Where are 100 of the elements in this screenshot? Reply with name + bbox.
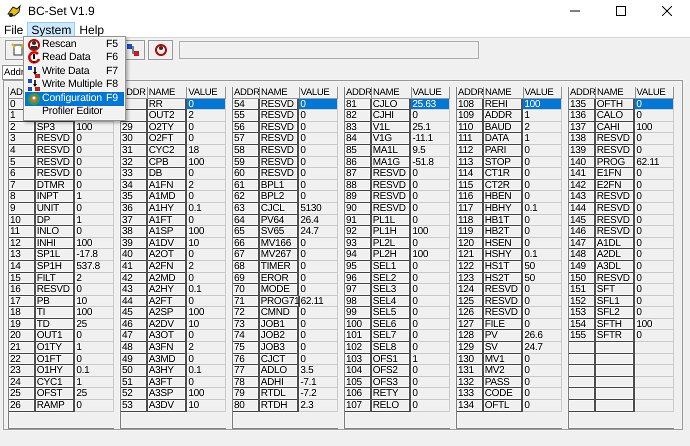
config-icon <box>26 92 40 106</box>
table-cell: 125 <box>457 296 484 308</box>
table-cell: 55 <box>233 110 260 122</box>
table-cell: RAMP <box>36 400 76 412</box>
table-cell: 62.11 <box>635 156 674 168</box>
table-cell <box>569 342 596 354</box>
table-cell: 86 <box>345 156 372 168</box>
table-cell: 5 <box>9 156 36 168</box>
table-cell: 0 <box>75 180 114 192</box>
table-cell: 2 <box>187 110 226 122</box>
table-cell: MV267 <box>260 249 300 261</box>
table-cell: 0 <box>299 110 338 122</box>
table-cell: 93 <box>345 238 372 250</box>
table-cell <box>596 388 636 400</box>
table-cell: 139 <box>569 144 596 157</box>
table-cell: TI <box>36 307 76 319</box>
table-cell: 44 <box>121 296 148 308</box>
table-cell: 142 <box>569 180 596 192</box>
table-cell: 121 <box>457 249 484 261</box>
table-cell: 122 <box>457 260 484 272</box>
write-icon <box>26 64 40 79</box>
table-cell: 0 <box>411 168 450 180</box>
table-cell: 91 <box>345 214 372 226</box>
menu-option[interactable]: Write Data F7 <box>25 65 124 78</box>
column-header: VALUE <box>524 87 562 99</box>
table-cell: 57 <box>233 133 260 145</box>
table-cell: 0 <box>299 260 338 272</box>
table-cell: 0 <box>299 318 338 330</box>
table-cell: 54 <box>233 98 260 110</box>
table-cell: 109 <box>457 110 484 122</box>
table-cell: SEL7 <box>372 330 412 342</box>
table-cell: RESVD <box>36 284 76 296</box>
table-cell: 34 <box>121 180 148 192</box>
table-cell: 131 <box>457 365 484 377</box>
table-cell <box>569 400 596 412</box>
app-icon <box>6 4 22 18</box>
table-cell: 0 <box>411 238 450 250</box>
table-cell: INPT <box>36 191 76 203</box>
table-cell: A2OT <box>148 249 188 261</box>
close-icon <box>662 6 672 16</box>
table-cell: 138 <box>569 133 596 145</box>
toolbar-button[interactable] <box>148 40 173 60</box>
table-cell: 59 <box>233 156 260 168</box>
table-cell: 0.1 <box>523 202 562 215</box>
table-cell: 45 <box>121 307 148 319</box>
menu-item[interactable]: Help <box>75 22 108 36</box>
table-cell: 46 <box>121 318 148 330</box>
table-cell: 102 <box>345 342 372 354</box>
table-cell: 0 <box>299 272 338 284</box>
table-cell: 1 <box>75 191 114 203</box>
table-cell: 2 <box>187 260 226 272</box>
table-cell: 0 <box>299 238 338 250</box>
table-cell: 100 <box>635 318 674 330</box>
table-cell: 0 <box>411 191 450 203</box>
table-cell: 0 <box>187 191 226 203</box>
table-cell: SEL5 <box>372 307 412 319</box>
table-cell: HB2T <box>484 226 524 238</box>
table-cell: 130 <box>457 354 484 366</box>
table-cell: RESVD <box>260 168 300 180</box>
menu-option[interactable]: Rescan F5 <box>25 38 124 52</box>
table-cell: SP1L <box>36 249 76 261</box>
table-cell: 0 <box>299 330 338 342</box>
table-cell: 0 <box>75 354 114 366</box>
table-cell: 8 <box>9 191 36 203</box>
table-cell: 16 <box>9 284 36 296</box>
table-cell: HBEN <box>484 191 524 203</box>
table-cell: 2 <box>187 180 226 192</box>
table-cell: 5130 <box>299 202 338 215</box>
table-cell: 0 <box>299 191 338 203</box>
table-cell: 70 <box>233 284 260 296</box>
table-cell: 15 <box>9 272 36 284</box>
table-cell: 118 <box>457 214 484 226</box>
table-cell: 0.1 <box>75 365 114 377</box>
table-cell: 32 <box>121 156 148 168</box>
menu-option[interactable]: Configuration F9 <box>25 92 124 106</box>
table-cell: RESVD <box>36 168 76 180</box>
table-cell: RESVD <box>372 191 412 203</box>
table-cell: A3HY <box>148 365 188 377</box>
table-cell: 126 <box>457 307 484 319</box>
table-cell: 0 <box>75 330 114 342</box>
menu-item[interactable]: System <box>27 22 76 37</box>
table-cell <box>635 354 674 366</box>
table-cell: 47 <box>121 330 148 342</box>
table-cell: 0 <box>635 191 674 203</box>
table-cell: 35 <box>121 191 148 203</box>
table-cell <box>635 342 674 354</box>
table-cell: 0 <box>523 296 562 308</box>
table-cell: 50 <box>523 272 562 284</box>
menu-item[interactable]: File <box>0 22 28 36</box>
table-cell: O2FT <box>148 133 188 145</box>
table-cell: 0 <box>75 284 114 296</box>
table-cell: 100 <box>345 318 372 330</box>
text-field[interactable] <box>179 40 479 58</box>
document-icon <box>10 42 24 56</box>
table-cell: RELO <box>372 400 412 412</box>
menu-option[interactable]: Read Data F6 <box>25 52 124 65</box>
table-cell: 107 <box>345 400 372 412</box>
table-cell: -11.1 <box>411 133 450 145</box>
table-cell: 2.3 <box>299 400 338 412</box>
table-cell: 0 <box>523 365 562 377</box>
